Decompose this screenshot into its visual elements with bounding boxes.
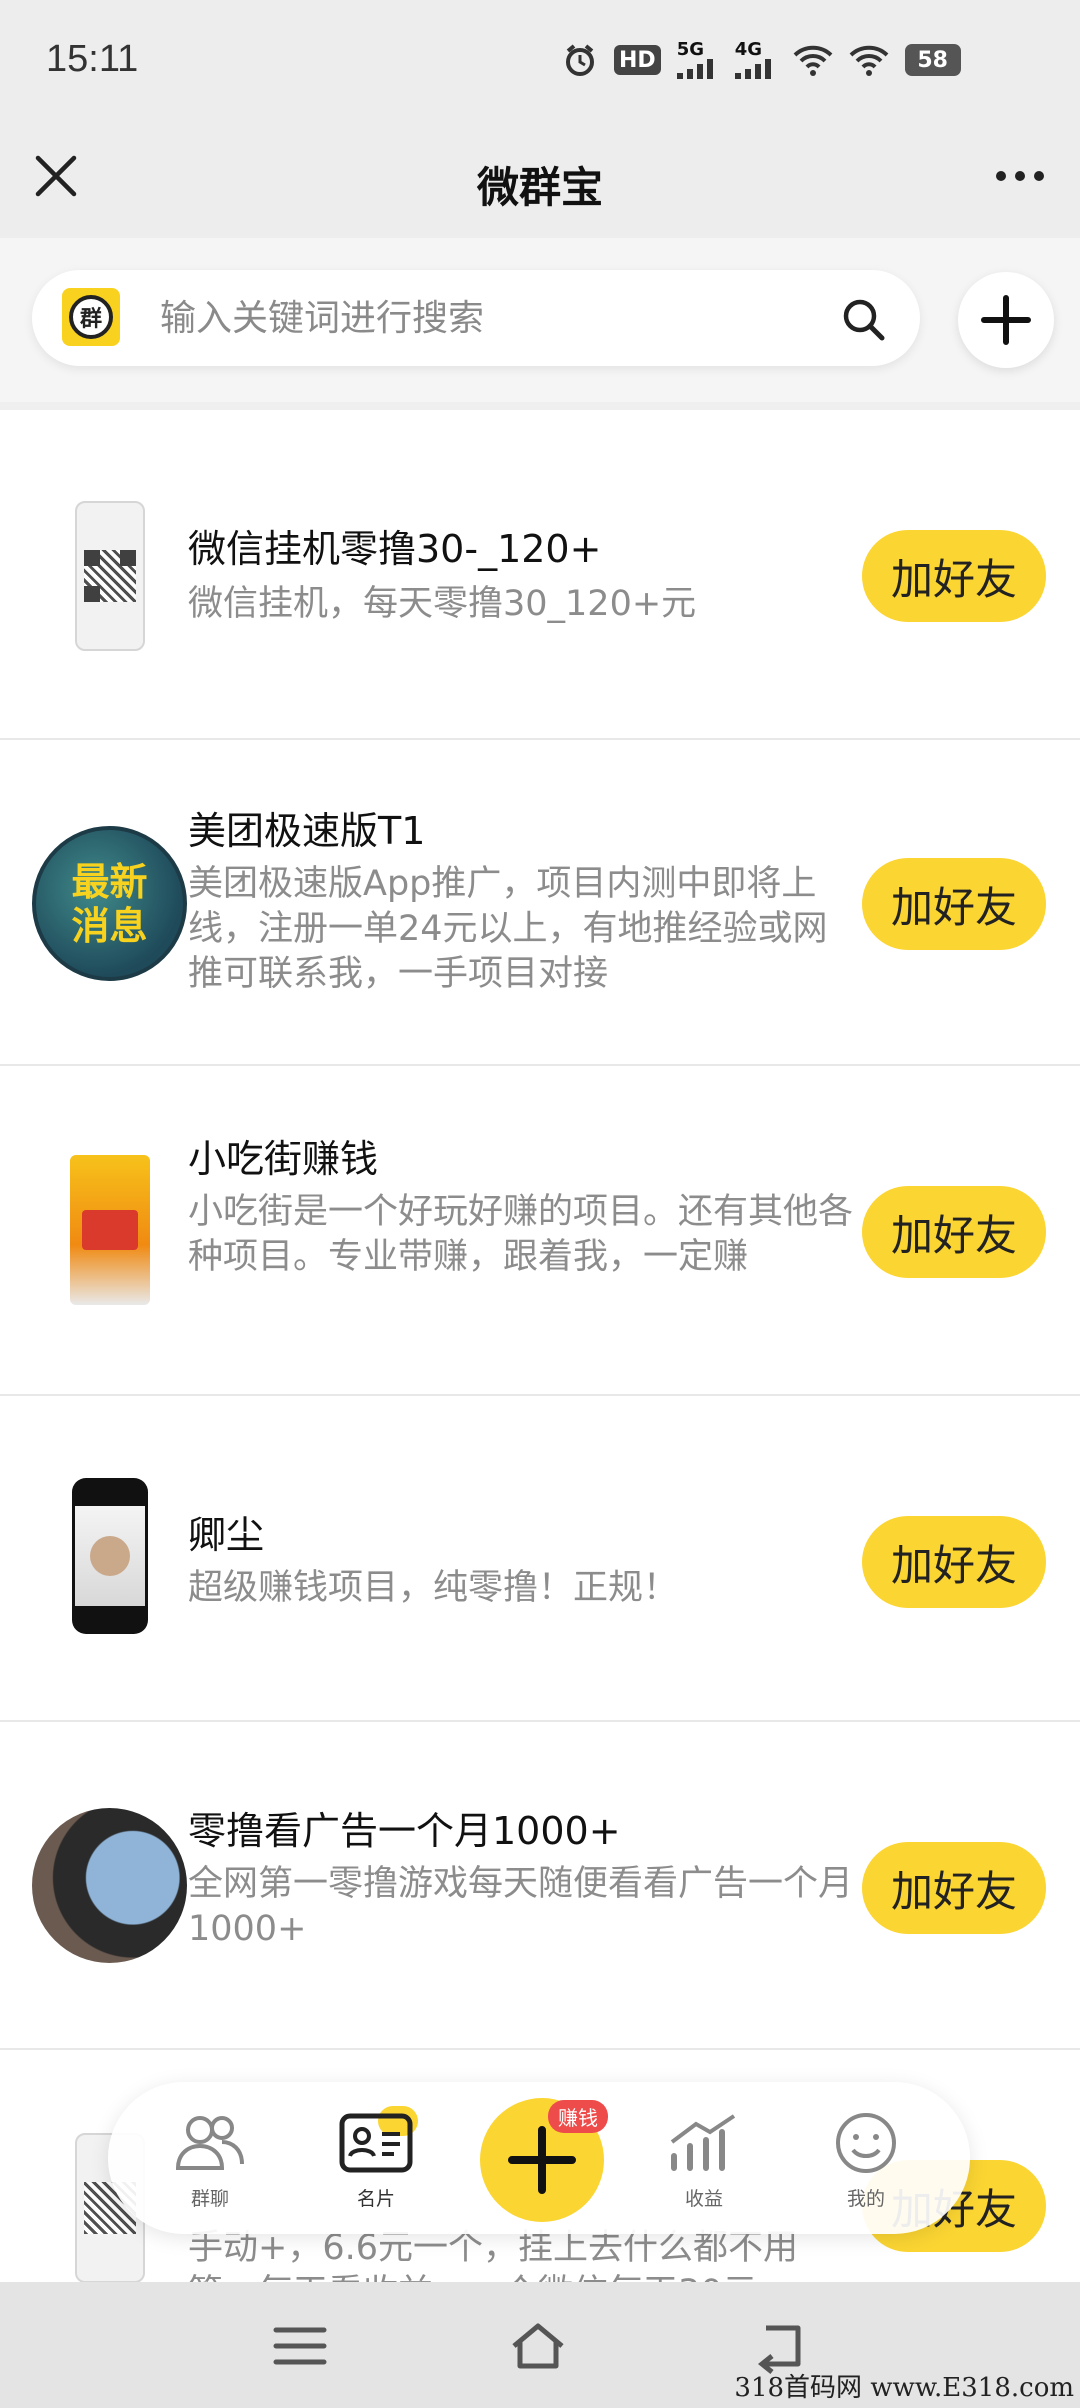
battery-level: 58 [917,47,948,73]
list-item[interactable]: 卿尘 超级赚钱项目，纯零撸！正规！ 加好友 [0,1396,1080,1722]
item-thumbnail [32,1152,187,1307]
thumb-label-2: 消息 [71,903,148,948]
network-1-label: 5G [676,39,704,60]
wifi-icon [849,45,889,76]
car-window-image [32,1808,187,1963]
menu-icon[interactable] [270,2318,330,2374]
id-card-icon [339,2113,413,2173]
item-title: 小吃街赚钱 [188,1137,379,1181]
more-icon[interactable] [988,148,1052,204]
nav-header: 微群宝 [0,126,1080,238]
hd-icon: HD [614,45,661,75]
thumb-label-1: 最新 [71,859,148,904]
item-desc: 全网第一零撸游戏每天随便看看广告一个月1000+ [188,1864,854,1949]
tab-earnings[interactable]: 收益 [654,2112,754,2211]
tab-label: 名片 [356,2188,395,2210]
item-title: 微信挂机零撸30-_120+ [188,527,602,571]
search-input[interactable] [160,292,840,344]
portrait-image [71,1477,148,1634]
plus-icon [981,295,1031,345]
battery-icon: 58 [904,44,961,76]
item-thumbnail: 最新 消息 [32,826,187,981]
list-item[interactable]: 小吃街赚钱 小吃街是一个好玩好赚的项目。还有其他各种项目。专业带赚，跟着我，一定… [0,1066,1080,1396]
status-time: 15:11 [46,38,139,80]
item-desc: 美团极速版App推广，项目内测中即将上线，注册一单24元以上，有地推经验或网推可… [188,864,828,994]
tab-label: 收益 [684,2188,723,2210]
search-icon[interactable] [840,296,886,342]
add-friend-button[interactable]: 加好友 [862,1186,1046,1278]
tab-card[interactable]: 名片 [326,2112,426,2211]
hotspot-icon [793,45,833,76]
smile-icon [836,2113,896,2173]
group-icon [175,2116,244,2170]
list-item[interactable]: 零撸看广告一个月1000+ 全网第一零撸游戏每天随便看看广告一个月1000+ 加… [0,1722,1080,2050]
list-item[interactable]: 最新 消息 美团极速版T1 美团极速版App推广，项目内测中即将上线，注册一单2… [0,740,1080,1066]
item-desc: 超级赚钱项目，纯零撸！正规！ [188,1568,679,1608]
home-icon[interactable] [508,2318,568,2374]
add-friend-button[interactable]: 加好友 [862,858,1046,950]
item-thumbnail [32,1477,187,1634]
add-button[interactable] [958,272,1054,368]
plus-icon [508,2126,576,2194]
earn-badge: 赚钱 [548,2100,608,2133]
add-friend-button[interactable]: 加好友 [862,1516,1046,1608]
signal-4g-icon: 4G [734,39,777,80]
watermark-text: 318首码网 www.E318.com [734,2373,1074,2403]
item-title: 美团极速版T1 [188,809,426,853]
item-thumbnail [32,498,187,653]
signal-5g-icon: 5G [676,39,719,80]
alarm-icon [566,44,594,76]
page-title: 微群宝 [476,163,603,212]
item-desc: 手动+，6.6元一个，挂上去什么都不用管，每天看收益，一个微信每天30元 [188,2228,798,2282]
search-bar[interactable]: 群 [32,270,920,366]
item-thumbnail [32,1808,187,1963]
tab-group-chat[interactable]: 群聊 [160,2112,260,2211]
item-title: 零撸看广告一个月1000+ [188,1809,621,1853]
network-2-label: 4G [734,39,762,60]
tab-mine[interactable]: 我的 [816,2112,916,2211]
system-nav-bar: 318首码网 www.E318.com [0,2282,1080,2408]
list-item[interactable]: 微信挂机零撸30-_120+ 微信挂机，每天零撸30_120+元 加好友 [0,410,1080,740]
item-desc: 小吃街是一个好玩好赚的项目。还有其他各种项目。专业带赚，跟着我，一定赚 [188,1192,854,1277]
app-logo-icon: 群 [62,288,120,346]
item-desc: 微信挂机，每天零撸30_120+元 [188,584,697,624]
bottom-tab-bar: 群聊 名片 赚钱 收益 我的 [108,2082,970,2234]
logo-text: 群 [69,295,113,339]
tab-label: 我的 [846,2188,885,2210]
add-friend-button[interactable]: 加好友 [862,1842,1046,1934]
group-list: 微信挂机零撸30-_120+ 微信挂机，每天零撸30_120+元 加好友 最新 … [0,410,1080,2282]
tab-label: 群聊 [190,2188,229,2210]
snack-street-image [69,1154,150,1305]
status-icons: HD 5G 4G 58 [562,40,961,80]
add-friend-button[interactable]: 加好友 [862,530,1046,622]
item-title: 卿尘 [188,1513,265,1557]
chart-icon [670,2114,736,2171]
search-area: 群 [0,238,1080,402]
status-bar: 15:11 HD 5G 4G 58 [0,0,1080,126]
back-icon[interactable] [752,2318,812,2374]
